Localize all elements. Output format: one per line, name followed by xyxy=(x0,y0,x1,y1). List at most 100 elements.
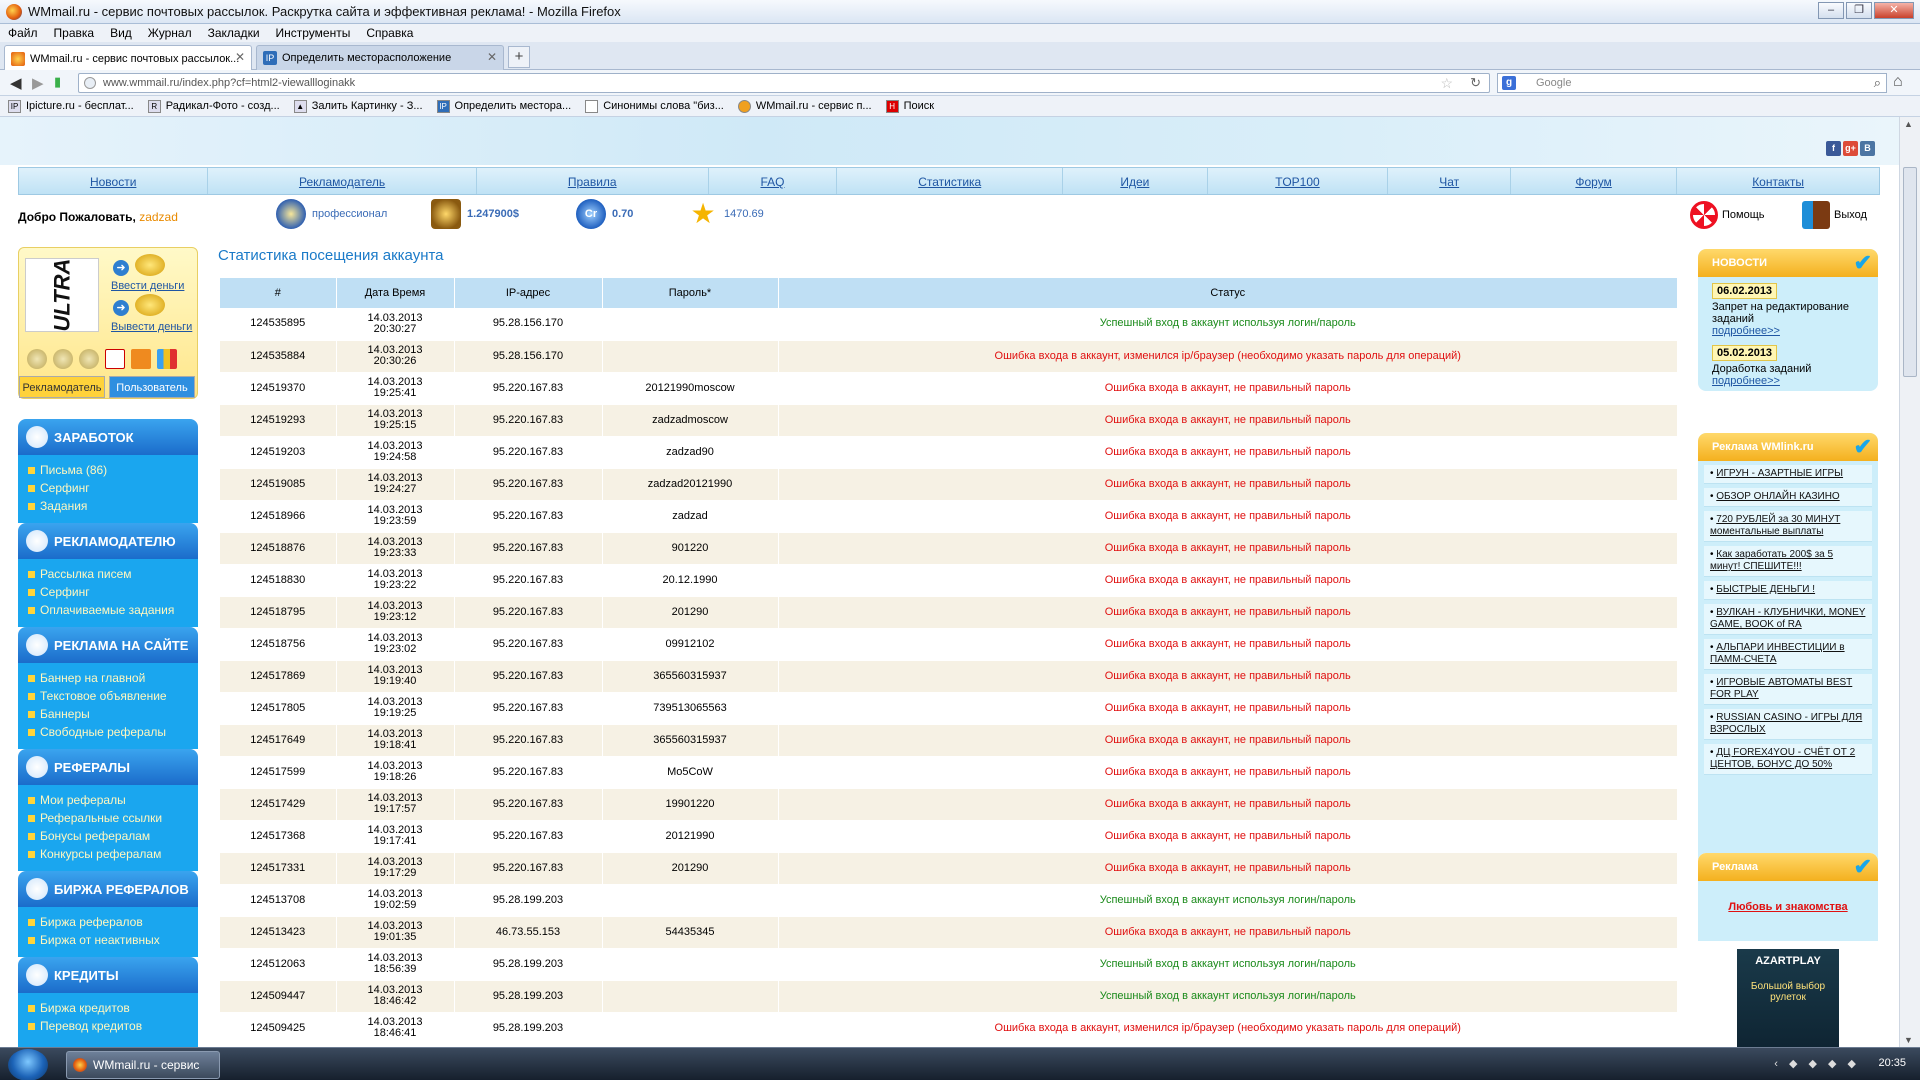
sidebar-item-mailing[interactable]: Рассылка писем xyxy=(18,565,198,583)
sidebar-item-credit-exchange[interactable]: Биржа кредитов xyxy=(18,999,198,1017)
close-tab-icon[interactable]: ✕ xyxy=(235,50,245,64)
medal-icon[interactable] xyxy=(79,349,99,369)
scroll-thumb[interactable] xyxy=(1903,167,1917,377)
sidebar-item-referral-bonuses[interactable]: Бонусы рефералам xyxy=(18,827,198,845)
nav-contacts[interactable]: Контакты xyxy=(1677,168,1879,194)
bookmark-item[interactable]: Синонимы слова "биз... xyxy=(585,99,724,113)
nav-ideas[interactable]: Идеи xyxy=(1063,168,1208,194)
help-link[interactable]: Помощь xyxy=(1690,201,1765,229)
sidebar-item-paid-tasks[interactable]: Оплачиваемые задания xyxy=(18,601,198,619)
wmlink-ad-link[interactable]: ВУЛКАН - КЛУБНИЧКИ, MONEY GAME, BOOK of … xyxy=(1710,607,1865,630)
withdraw-link[interactable]: Вывести деньги xyxy=(111,321,192,333)
sidebar-item-main-banner[interactable]: Баннер на главной xyxy=(18,669,198,687)
nav-top100[interactable]: TOP100 xyxy=(1208,168,1389,194)
section-referral-exchange[interactable]: БИРЖА РЕФЕРАЛОВ xyxy=(18,871,198,907)
vertical-scrollbar[interactable]: ▲ ▼ xyxy=(1899,117,1920,1047)
new-tab-button[interactable]: + xyxy=(508,46,530,68)
nav-news[interactable]: Новости xyxy=(19,168,209,194)
sidebar-item-tasks[interactable]: Задания xyxy=(18,497,198,515)
notepad-icon[interactable] xyxy=(105,349,125,369)
close-window-button[interactable]: ✕ xyxy=(1874,2,1914,19)
wmlink-ad-link[interactable]: БЫСТРЫЕ ДЕНЬГИ ! xyxy=(1716,584,1815,595)
balance-display[interactable]: 1.247900$ xyxy=(431,199,519,229)
wmlink-ad-link[interactable]: ИГРОВЫЕ АВТОМАТЫ BEST FOR PLAY xyxy=(1710,677,1852,700)
nav-chat[interactable]: Чат xyxy=(1388,168,1511,194)
advertiser-role-button[interactable]: Рекламодатель xyxy=(19,376,105,398)
section-advertiser[interactable]: РЕКЛАМОДАТЕЛЮ xyxy=(18,523,198,559)
sidebar-item-free-referrals[interactable]: Свободные рефералы xyxy=(18,723,198,741)
sidebar-item-referral-contests[interactable]: Конкурсы рефералам xyxy=(18,845,198,863)
nav-advertiser[interactable]: Рекламодатель xyxy=(208,168,477,194)
nav-statistics[interactable]: Статистика xyxy=(837,168,1064,194)
wmlink-ad-link[interactable]: ДЦ FOREX4YOU - СЧЁТ ОТ 2 ЦЕНТОВ, БОНУС Д… xyxy=(1710,747,1855,770)
close-tab-icon[interactable]: ✕ xyxy=(487,50,497,64)
menu-tools[interactable]: Инструменты xyxy=(276,26,351,40)
facebook-icon[interactable]: f xyxy=(1826,141,1841,156)
search-input[interactable]: g Google ⌕ xyxy=(1497,73,1887,93)
status-level[interactable]: профессионал xyxy=(276,199,387,229)
google-icon[interactable]: g xyxy=(1502,76,1516,90)
user-role-button[interactable]: Пользователь xyxy=(109,376,195,398)
tab-wmmail[interactable]: WMmail.ru - сервис почтовых рассылок... … xyxy=(4,45,252,71)
sidebar-item-banners[interactable]: Баннеры xyxy=(18,705,198,723)
section-site-ads[interactable]: РЕКЛАМА НА САЙТЕ xyxy=(18,627,198,663)
bookmark-star-icon[interactable]: ☆ xyxy=(1440,74,1453,92)
wmlink-ad-link[interactable]: 720 РУБЛЕЙ за 30 МИНУТ моментальные выпл… xyxy=(1710,514,1840,537)
tab-location[interactable]: IP Определить месторасположение ✕ xyxy=(256,45,504,70)
deposit-link[interactable]: Ввести деньги xyxy=(111,280,184,292)
bookmark-item[interactable]: H Поиск xyxy=(885,99,934,113)
bookmark-item[interactable]: R Радикал-Фото - созд... xyxy=(147,99,280,113)
start-button[interactable] xyxy=(8,1049,48,1080)
back-icon[interactable]: ◀ xyxy=(10,74,22,92)
medal-icon[interactable] xyxy=(53,349,73,369)
sidebar-item-adv-surfing[interactable]: Серфинг xyxy=(18,583,198,601)
sidebar-item-referral-exchange[interactable]: Биржа рефералов xyxy=(18,913,198,931)
sidebar-item-credit-transfer[interactable]: Перевод кредитов xyxy=(18,1017,198,1035)
medal-icon[interactable] xyxy=(27,349,47,369)
rating-display[interactable]: ★ 1470.69 xyxy=(688,199,763,229)
wmlink-ad-link[interactable]: ИГРУН - АЗАРТНЫЕ ИГРЫ xyxy=(1716,468,1843,479)
news-more-link[interactable]: подробнее>> xyxy=(1712,375,1878,387)
address-bar[interactable]: www.wmmail.ru/index.php?cf=html2-viewall… xyxy=(78,73,1490,93)
chart-icon[interactable] xyxy=(157,349,177,369)
scroll-up-icon[interactable]: ▲ xyxy=(1904,119,1913,129)
minimize-button[interactable]: – xyxy=(1818,2,1844,19)
ad-banner[interactable]: AZARTPLAY Большой выбор рулеток xyxy=(1737,949,1839,1047)
section-credits[interactable]: КРЕДИТЫ xyxy=(18,957,198,993)
forward-icon[interactable]: ▶ xyxy=(32,74,44,92)
nav-rules[interactable]: Правила xyxy=(477,168,709,194)
wmlink-ad-link[interactable]: АЛЬПАРИ ИНВЕСТИЦИИ в ПАММ-СЧЕТА xyxy=(1710,642,1845,665)
wmlink-ad-link[interactable]: Как заработать 200$ за 5 минут! СПЕШИТЕ!… xyxy=(1710,549,1833,572)
username-link[interactable]: zadzad xyxy=(139,210,178,224)
credits-display[interactable]: Cr 0.70 xyxy=(576,199,633,229)
bookmark-item[interactable]: WMmail.ru - сервис п... xyxy=(737,99,872,113)
system-tray[interactable]: ‹ ◆ ◆ ◆ ◆ xyxy=(1774,1057,1860,1070)
googleplus-icon[interactable]: g+ xyxy=(1843,141,1858,156)
maximize-button[interactable]: ❐ xyxy=(1846,2,1872,19)
menu-bookmarks[interactable]: Закладки xyxy=(208,26,260,40)
menu-help[interactable]: Справка xyxy=(366,26,413,40)
sidebar-item-letters[interactable]: Письма (86) xyxy=(18,461,198,479)
search-icon[interactable]: ⌕ xyxy=(1874,74,1881,92)
section-referrals[interactable]: РЕФЕРАЛЫ xyxy=(18,749,198,785)
menu-history[interactable]: Журнал xyxy=(148,26,192,40)
reload-icon[interactable]: ↻ xyxy=(1470,74,1481,92)
sidebar-item-referral-links[interactable]: Реферальные ссылки xyxy=(18,809,198,827)
menu-file[interactable]: Файл xyxy=(8,26,38,40)
section-earnings[interactable]: ЗАРАБОТОК xyxy=(18,419,198,455)
bookmark-item[interactable]: IP Ipicture.ru - бесплат... xyxy=(8,99,134,113)
exit-link[interactable]: Выход xyxy=(1802,201,1867,229)
sidebar-item-text-ad[interactable]: Текстовое объявление xyxy=(18,687,198,705)
nav-faq[interactable]: FAQ xyxy=(709,168,838,194)
bookmark-item[interactable]: IP Определить месторa... xyxy=(436,99,571,113)
sidebar-item-inactive-exchange[interactable]: Биржа от неактивных xyxy=(18,931,198,949)
vkontakte-icon[interactable]: B xyxy=(1860,141,1875,156)
news-more-link[interactable]: подробнее>> xyxy=(1712,325,1878,337)
taskbar-firefox-button[interactable]: WMmail.ru - сервис п... xyxy=(66,1051,220,1079)
wmlink-ad-link[interactable]: ОБЗОР ОНЛАЙН КАЗИНО xyxy=(1716,491,1839,502)
sidebar-item-my-referrals[interactable]: Мои рефералы xyxy=(18,791,198,809)
nav-forum[interactable]: Форум xyxy=(1511,168,1678,194)
home-icon[interactable]: ⌂ xyxy=(1893,73,1903,91)
sidebar-item-surfing[interactable]: Серфинг xyxy=(18,479,198,497)
site-identity-icon[interactable] xyxy=(84,77,96,89)
